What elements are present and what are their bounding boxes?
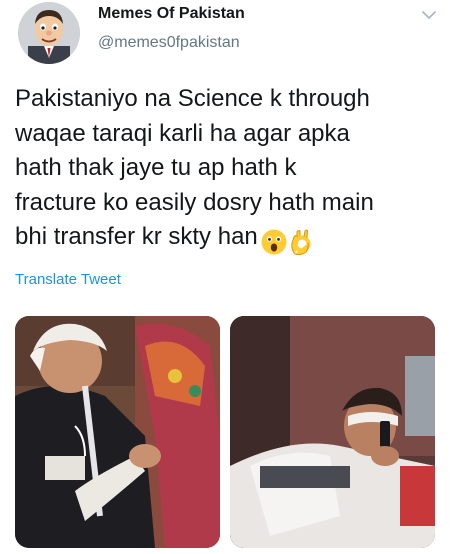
tweet-text-line: Pakistaniyo na Science k through [15, 85, 370, 112]
tweet-text-line-last: bhi transfer kr skty han [15, 220, 440, 259]
translate-tweet-link[interactable]: Translate Tweet [15, 271, 121, 288]
tweet-text-line: bhi transfer kr skty han [15, 223, 258, 250]
display-name[interactable]: Memes Of Pakistan [98, 5, 245, 23]
photo-man-in-hospital-bed-icon [230, 316, 435, 548]
astonished-face-emoji-icon [261, 229, 287, 255]
cartoon-face-avatar-icon [18, 2, 80, 64]
tweet-photo-right[interactable] [230, 316, 435, 548]
user-handle[interactable]: @memes0fpakistan [98, 34, 240, 52]
ok-hand-emoji-icon [291, 229, 311, 255]
tweet-text: Pakistaniyo na Science k through waqae t… [15, 82, 440, 259]
photo-man-with-bandaged-arm-icon [15, 316, 220, 548]
tweet-card: Memes Of Pakistan @memes0fpakistan Pakis… [0, 0, 450, 554]
tweet-text-line: waqae taraqi karli ha agar apka [15, 119, 350, 147]
profile-avatar[interactable] [18, 2, 80, 64]
tweet-emojis [260, 224, 312, 259]
tweet-text-line: fracture ko easily dosry hath main [15, 188, 374, 216]
chevron-down-icon[interactable] [420, 8, 438, 22]
tweet-text-line: hath thak jaye tu ap hath k [15, 154, 297, 181]
tweet-photo-left[interactable] [15, 316, 220, 548]
